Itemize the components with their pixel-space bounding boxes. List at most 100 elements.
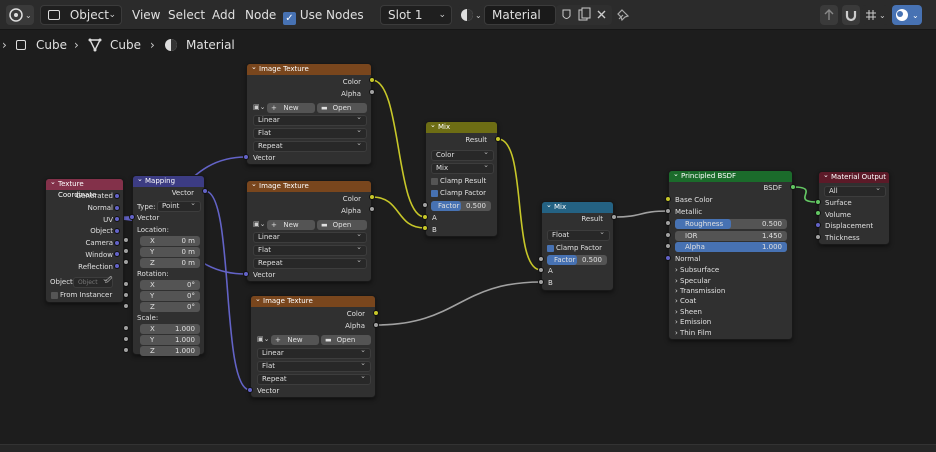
socket-i2-alp[interactable] (369, 206, 375, 212)
new-image-button[interactable]: + New (271, 335, 319, 345)
blend-mode-dropdown[interactable]: Mix (431, 161, 494, 174)
extension-dropdown[interactable]: Repeat (253, 139, 367, 152)
interpolation-dropdown[interactable]: Linear (253, 230, 367, 243)
socket-i3-vec[interactable] (247, 387, 253, 393)
socket-map-sclz[interactable] (123, 347, 129, 353)
principled-bsdf-node[interactable]: Principled BSDF BSDF Base Color Metallic… (668, 169, 793, 340)
location-z-field[interactable]: Z0 m (140, 258, 200, 268)
fake-user-icon[interactable] (556, 5, 574, 25)
location-y-field[interactable]: Y0 m (140, 247, 200, 257)
image-browse-icon[interactable]: ▣⌄ (253, 102, 265, 113)
rotation-x-field[interactable]: X 0° (140, 280, 200, 290)
roughness-slider[interactable]: Roughness 0.500 (675, 219, 787, 229)
snap-target-dropdown[interactable]: ⌄ (862, 5, 888, 25)
socket-map-sclx[interactable] (123, 325, 129, 331)
socket-i2-col[interactable] (369, 194, 375, 200)
scale-x-field[interactable]: X 1.000 (140, 324, 200, 334)
socket-tc-ref[interactable] (114, 263, 120, 269)
pin-icon[interactable] (614, 6, 632, 24)
mix-float-node[interactable]: Mix Result Float Clamp Factor Factor0.50… (541, 200, 614, 291)
parent-node-tree-button[interactable] (820, 5, 838, 25)
socket-m1-fac[interactable] (422, 202, 428, 208)
panel-emission[interactable]: › Emission (675, 317, 711, 328)
socket-map-rotx[interactable] (123, 281, 129, 287)
socket-out-thk[interactable] (815, 234, 821, 240)
overlays-button[interactable]: ⌄ (892, 5, 922, 25)
editor-type-button[interactable]: ⌄ (6, 5, 34, 25)
projection-dropdown[interactable]: Flat (253, 243, 367, 256)
socket-tc-win[interactable] (114, 251, 120, 257)
menu-select[interactable]: Select (168, 5, 205, 25)
snap-button[interactable] (842, 5, 860, 25)
scale-y-field[interactable]: Y 1.000 (140, 335, 200, 345)
projection-dropdown[interactable]: Flat (257, 359, 371, 372)
panel-coat[interactable]: › Coat (675, 296, 696, 307)
mapping-node[interactable]: Mapping Vector Type: Point Vector Locati… (132, 174, 205, 356)
socket-bs-met[interactable] (665, 208, 671, 214)
new-image-button[interactable]: + New (267, 220, 315, 230)
socket-i3-alp[interactable] (373, 322, 379, 328)
mapping-type-dropdown[interactable]: Point (157, 199, 201, 212)
socket-out-disp[interactable] (815, 222, 821, 228)
socket-m2-fac[interactable] (538, 256, 544, 262)
socket-bs-ior[interactable] (665, 232, 671, 238)
from-instancer-checkbox[interactable] (51, 292, 58, 299)
socket-m1-a[interactable] (422, 214, 428, 220)
open-image-button[interactable]: ▬ Open (317, 220, 367, 230)
socket-bs-base[interactable] (665, 196, 671, 202)
socket-map-roty[interactable] (123, 292, 129, 298)
material-browse-button[interactable]: ⌄ (458, 5, 484, 25)
socket-m2-a[interactable] (538, 267, 544, 273)
socket-bs-rgh[interactable] (665, 220, 671, 226)
rotation-y-field[interactable]: Y 0° (140, 291, 200, 301)
socket-i1-col[interactable] (369, 77, 375, 83)
ior-field[interactable]: IOR 1.450 (675, 231, 787, 241)
location-x-field[interactable]: X0 m (140, 236, 200, 246)
panel-subsurface[interactable]: › Subsurface (675, 265, 719, 276)
eyedropper-icon[interactable]: 🖉 (105, 275, 112, 286)
socket-map-locy[interactable] (123, 248, 129, 254)
use-nodes-toggle[interactable]: ✓ Use Nodes (283, 5, 364, 25)
factor-slider[interactable]: Factor 0.500 (431, 201, 491, 211)
socket-m2-b[interactable] (538, 279, 544, 285)
image-texture-node-2[interactable]: Image Texture Color Alpha ▣⌄ +New ▬Open … (246, 179, 372, 282)
image-texture-node-3[interactable]: Image Texture Color Alpha ▣⌄ +New ▬Open … (250, 294, 376, 398)
clamp-factor-checkbox[interactable] (547, 245, 554, 252)
target-dropdown[interactable]: All (824, 184, 886, 197)
open-image-button[interactable]: ▬ Open (317, 103, 367, 113)
scrollbar-bottom[interactable] (0, 444, 936, 452)
socket-tc-obj[interactable] (114, 228, 120, 234)
projection-dropdown[interactable]: Flat (253, 126, 367, 139)
socket-i3-col[interactable] (373, 310, 379, 316)
image-texture-node-1[interactable]: Image Texture Color Alpha ▣⌄ +New ▬Open … (246, 62, 372, 165)
socket-m1-res[interactable] (495, 136, 501, 142)
socket-bs-nrm[interactable] (665, 255, 671, 261)
alpha-slider[interactable]: Alpha 1.000 (675, 242, 787, 252)
data-type-dropdown[interactable]: Color (431, 148, 494, 161)
socket-map-locx[interactable] (123, 237, 129, 243)
socket-tc-nrm[interactable] (114, 205, 120, 211)
open-image-button[interactable]: ▬ Open (321, 335, 371, 345)
extension-dropdown[interactable]: Repeat (257, 372, 371, 385)
socket-map-locz[interactable] (123, 259, 129, 265)
menu-view[interactable]: View (132, 5, 160, 25)
factor-slider[interactable]: Factor 0.500 (547, 255, 607, 265)
panel-thin-film[interactable]: › Thin Film (675, 328, 712, 339)
image-browse-icon[interactable]: ▣⌄ (257, 334, 269, 345)
new-image-button[interactable]: + New (267, 103, 315, 113)
socket-tc-uv[interactable] (114, 216, 120, 222)
object-mode-dropdown[interactable]: Object ⌄ (40, 5, 122, 25)
interpolation-dropdown[interactable]: Linear (257, 346, 371, 359)
socket-map-scly[interactable] (123, 336, 129, 342)
socket-map-rotz[interactable] (123, 303, 129, 309)
socket-bs-out[interactable] (790, 184, 796, 190)
material-name-field[interactable]: Material (484, 5, 556, 25)
data-type-dropdown[interactable]: Float (547, 228, 610, 241)
clamp-result-checkbox[interactable] (431, 178, 438, 185)
socket-i2-vec[interactable] (243, 271, 249, 277)
socket-m1-b[interactable] (422, 225, 428, 231)
scale-z-field[interactable]: Z 1.000 (140, 346, 200, 356)
socket-out-vol[interactable] (815, 210, 821, 216)
socket-map-vec[interactable] (129, 214, 135, 220)
slot-dropdown[interactable]: Slot 1 ⌄ (380, 5, 452, 25)
